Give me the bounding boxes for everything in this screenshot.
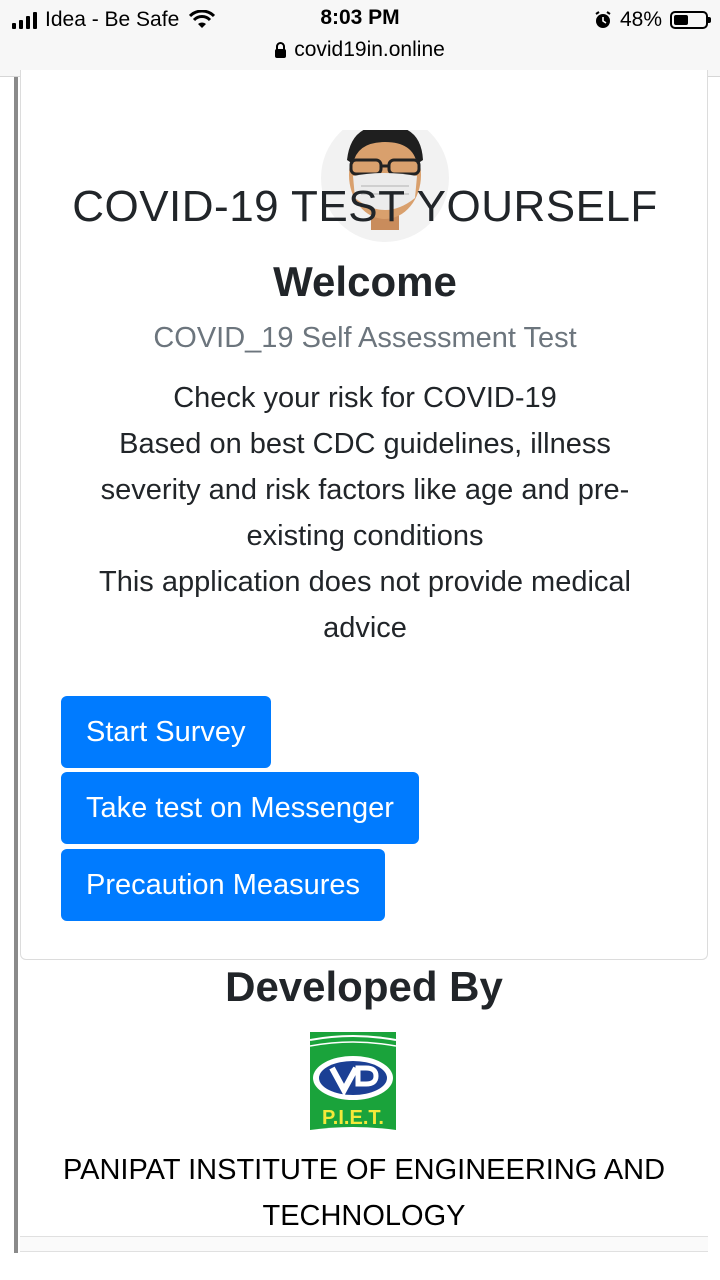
messenger-test-button[interactable]: Take test on Messenger: [61, 772, 419, 844]
page-left-border: [14, 77, 18, 1253]
piet-logo: P.I.E.T.: [309, 1032, 397, 1144]
description-line: Check your risk for COVID-19: [173, 382, 557, 414]
alarm-icon: [595, 11, 611, 28]
description: Check your risk for COVID-19 Based on be…: [71, 375, 659, 651]
url-text: covid19in.online: [294, 38, 445, 61]
description-line: This application does not provide medica…: [99, 566, 631, 644]
battery-fill: [674, 15, 688, 25]
lock-icon: [275, 41, 287, 58]
developed-by-heading: Developed By: [225, 963, 503, 1010]
logo-text: P.I.E.T.: [322, 1107, 384, 1129]
welcome-heading: Welcome: [273, 258, 457, 305]
main-card: COVID-19 TEST YOURSELF Welcome COVID_19 …: [20, 70, 708, 960]
page-bottom-border: [20, 1236, 708, 1252]
description-line: Based on best CDC guidelines, illness se…: [100, 428, 630, 552]
battery-percent: 48%: [619, 8, 662, 31]
battery-icon: [670, 11, 711, 29]
institute-name: PANIPAT INSTITUTE OF ENGINEERING AND TEC…: [62, 1154, 666, 1232]
precaution-measures-button[interactable]: Precaution Measures: [61, 849, 386, 921]
subtitle: COVID_19 Self Assessment Test: [153, 322, 577, 354]
address-bar[interactable]: covid19in.online: [0, 38, 720, 62]
battery-area: 48%: [594, 6, 711, 34]
status-bar: Idea - Be Safe 8:03 PM 48% covid19in.onl…: [0, 0, 720, 77]
start-survey-button[interactable]: Start Survey: [61, 696, 271, 768]
page-title: COVID-19 TEST YOURSELF: [72, 182, 658, 231]
